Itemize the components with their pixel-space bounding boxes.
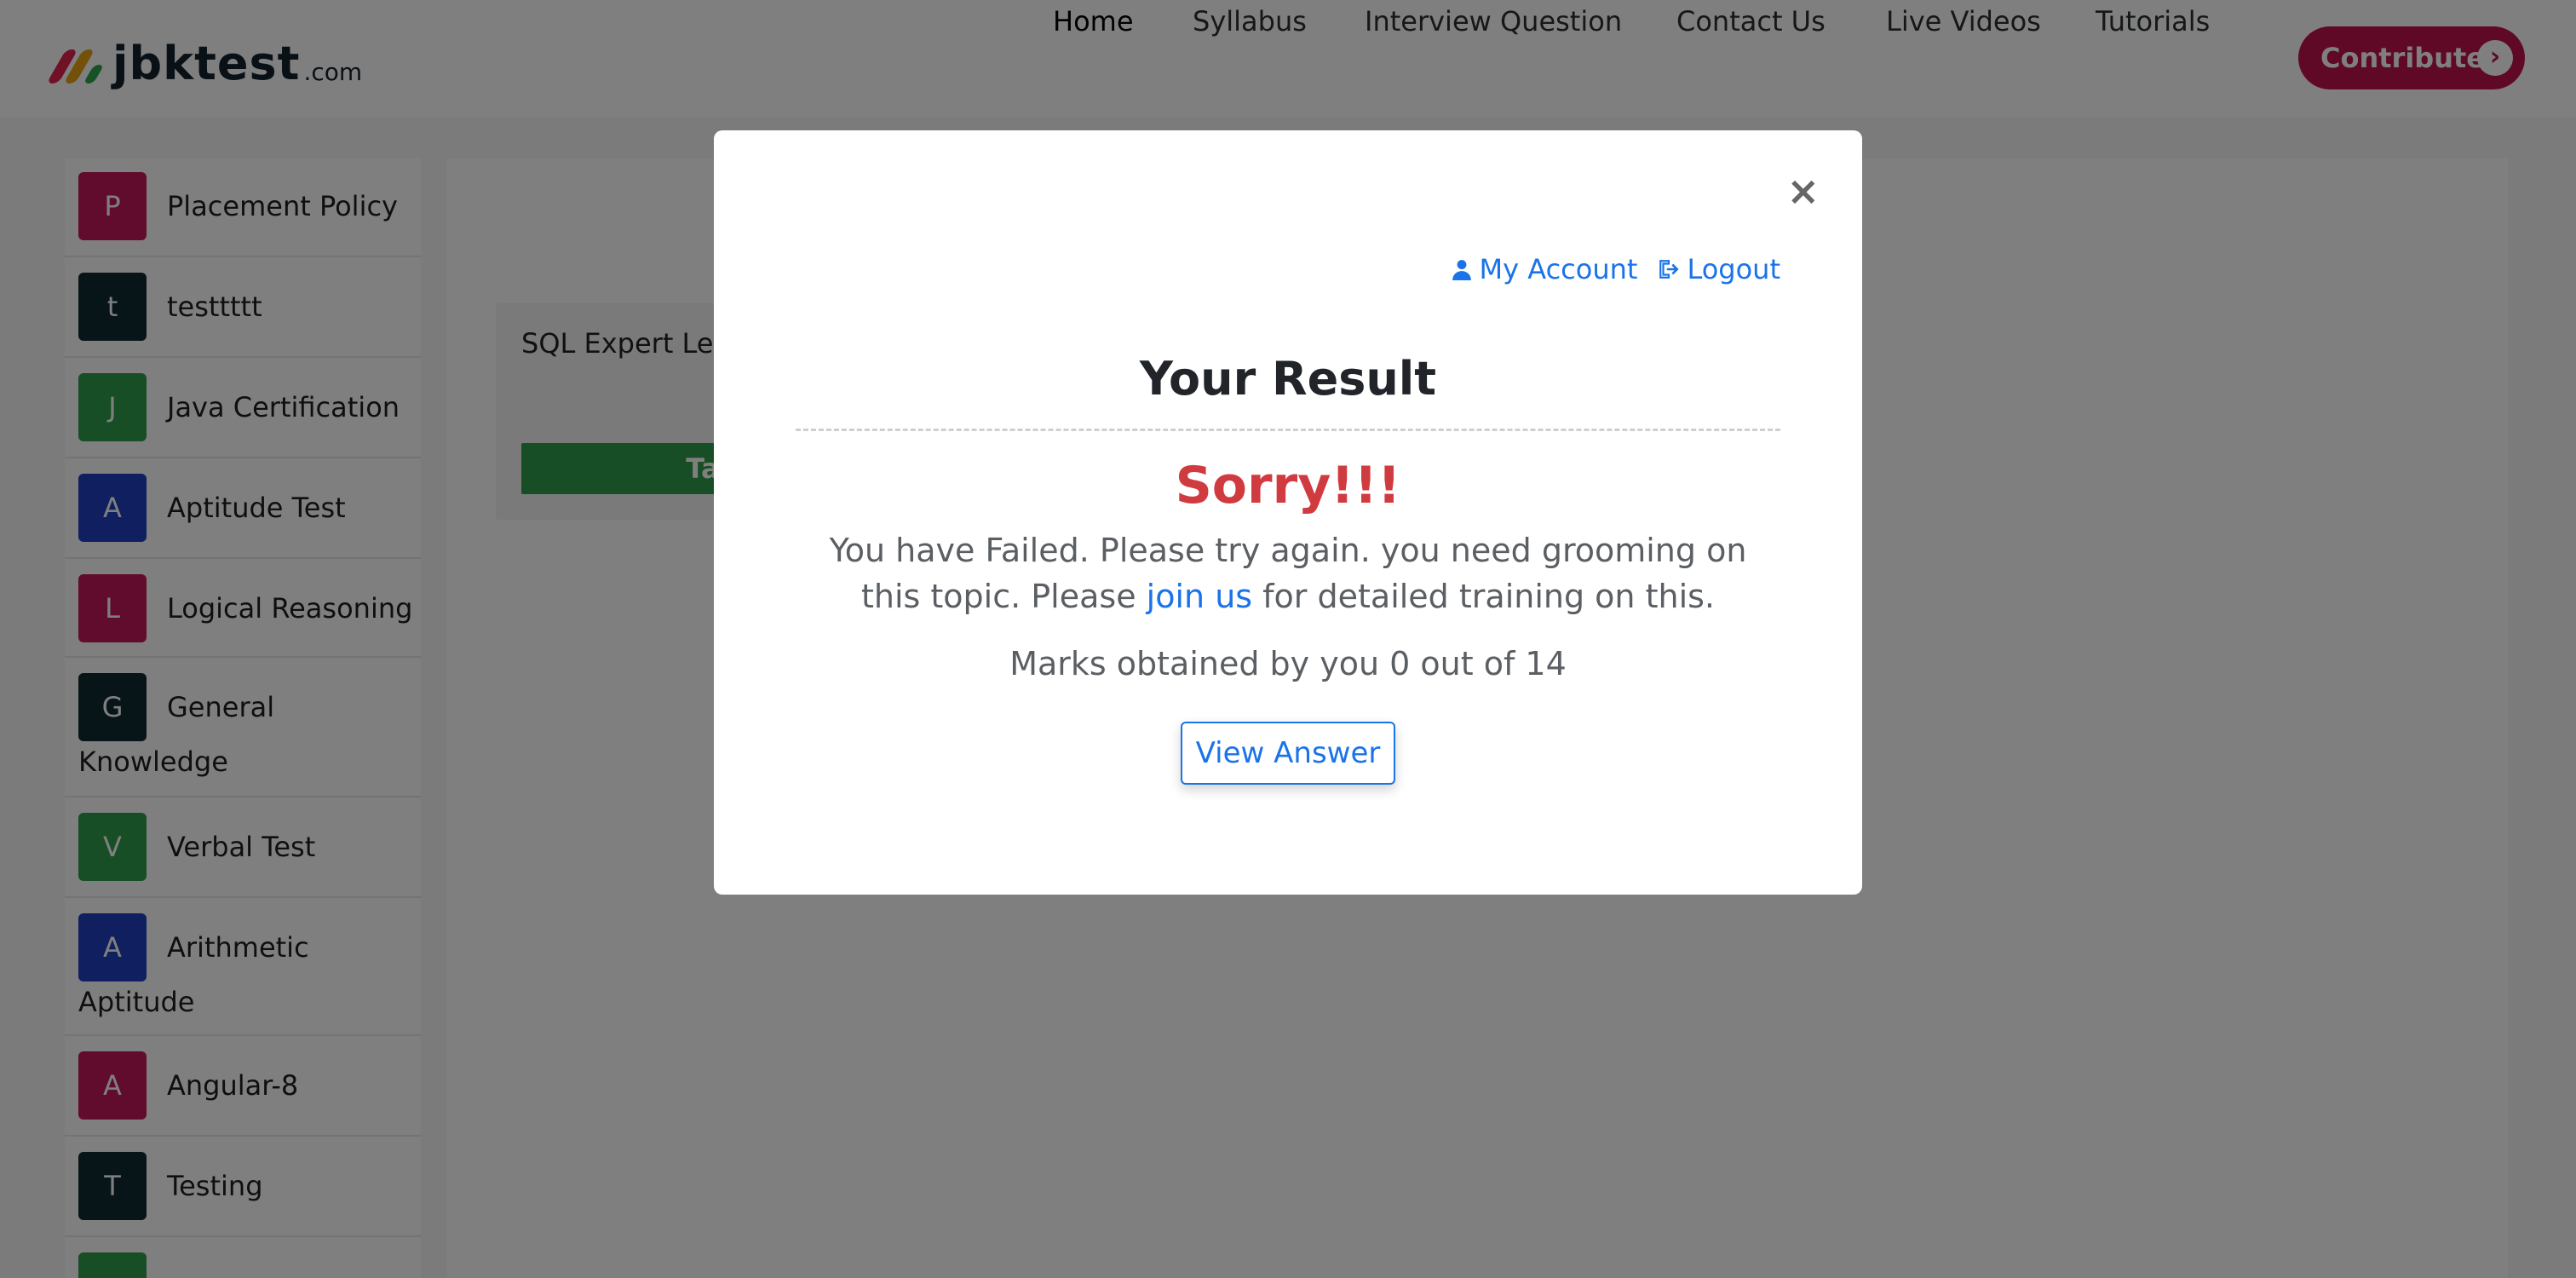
close-icon[interactable]: × xyxy=(1786,168,1820,214)
my-account-link[interactable]: My Account xyxy=(1451,253,1638,285)
logout-link[interactable]: Logout xyxy=(1658,253,1780,285)
message-text-after: for detailed training on this. xyxy=(1252,578,1716,615)
user-icon xyxy=(1452,260,1471,280)
account-links: My Account Logout xyxy=(1451,253,1780,285)
modal-title: Your Result xyxy=(1139,352,1437,406)
result-heading: Sorry!!! xyxy=(1175,456,1401,515)
join-us-link[interactable]: join us xyxy=(1147,578,1252,615)
result-modal: × My Account Logout Your Result Sorry!!!… xyxy=(714,130,1862,895)
dashed-divider xyxy=(796,429,1780,431)
logout-label: Logout xyxy=(1687,253,1780,285)
my-account-label: My Account xyxy=(1479,253,1638,285)
marks-obtained: Marks obtained by you 0 out of 14 xyxy=(1009,645,1567,682)
result-message: You have Failed. Please try again. you n… xyxy=(816,527,1760,619)
logout-icon xyxy=(1659,260,1680,279)
view-answer-button[interactable]: View Answer xyxy=(1181,722,1395,785)
